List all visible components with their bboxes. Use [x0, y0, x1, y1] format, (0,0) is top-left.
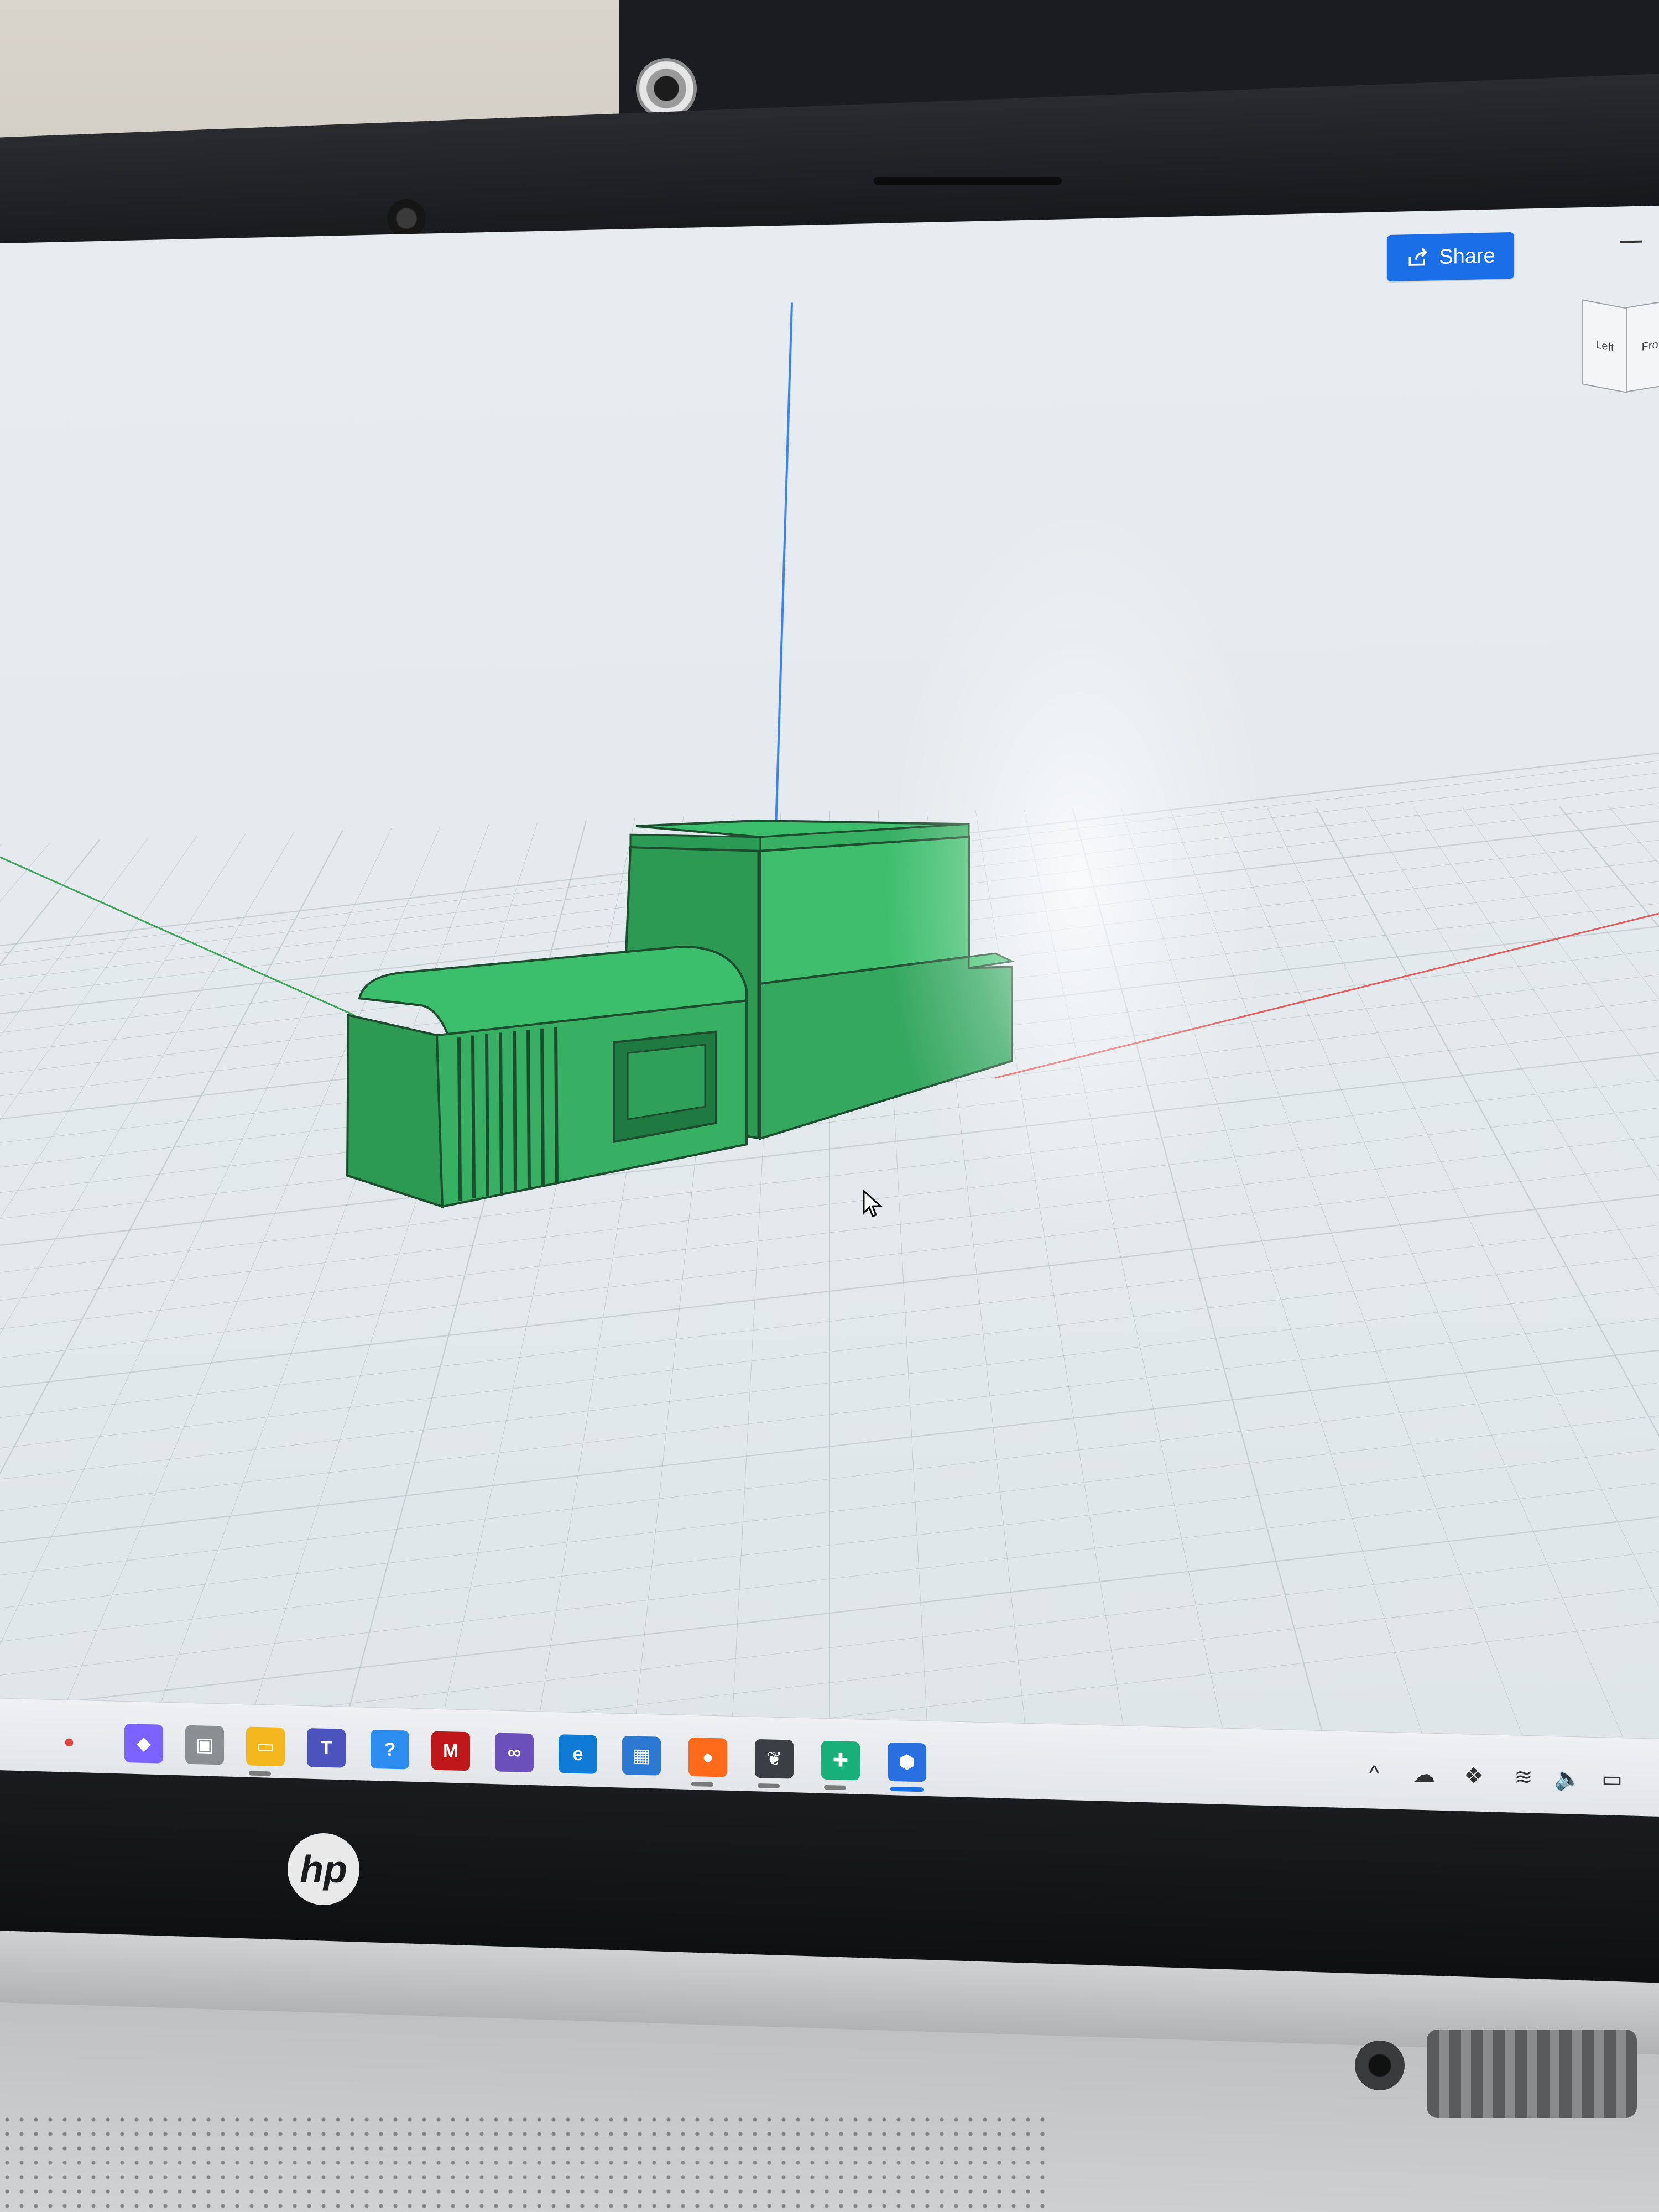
audio-port: [1355, 2041, 1405, 2090]
volume-icon[interactable]: 🔈: [1548, 1759, 1587, 1798]
copilot-icon[interactable]: ◆: [124, 1723, 163, 1764]
hinge-mechanism: [1427, 2030, 1637, 2118]
running-indicator: [249, 1771, 271, 1776]
app-icon-green[interactable]: ✚: [821, 1740, 860, 1781]
share-button-label: Share: [1439, 244, 1495, 269]
running-indicator: [691, 1782, 713, 1787]
model-window-inner: [627, 1044, 706, 1121]
share-icon: [1408, 247, 1428, 266]
chevron-up-icon[interactable]: ^: [1355, 1754, 1394, 1793]
laptop-camera-icon: [387, 199, 426, 238]
dropbox-icon[interactable]: ❖: [1454, 1756, 1493, 1796]
y-axis-line: [0, 856, 354, 1016]
running-indicator: [824, 1785, 846, 1790]
hp-logo: hp: [288, 1833, 359, 1905]
mouse-cursor-icon: [863, 1189, 883, 1218]
store-icon[interactable]: ▦: [622, 1735, 661, 1776]
bezel-slot: [874, 177, 1062, 185]
help-icon[interactable]: ?: [371, 1729, 409, 1770]
hp-logo-text: hp: [300, 1848, 347, 1891]
cad-app-icon[interactable]: ⬢: [888, 1742, 926, 1782]
firefox-icon[interactable]: ●: [688, 1737, 727, 1777]
app-icon-9[interactable]: ❦: [755, 1739, 794, 1779]
view-cube[interactable]: Left Front: [1582, 298, 1659, 394]
teams-icon[interactable]: T: [307, 1728, 346, 1768]
running-indicator: [758, 1783, 780, 1788]
screen-glare: [885, 491, 1272, 1274]
cad-viewport[interactable]: Share Left Front: [0, 205, 1659, 1781]
ground-grid: [0, 302, 1659, 1781]
mcafee-icon[interactable]: M: [431, 1731, 470, 1771]
battery-icon[interactable]: ▭: [1593, 1760, 1631, 1799]
widgets-icon[interactable]: ●: [50, 1722, 88, 1762]
active-app-indicator: [890, 1786, 924, 1792]
edge-icon[interactable]: e: [559, 1734, 597, 1774]
grid-lines: [0, 752, 1659, 1781]
share-button[interactable]: Share: [1387, 232, 1514, 282]
cloud-off-icon[interactable]: ☁: [1405, 1755, 1443, 1795]
file-explorer-icon[interactable]: ▭: [246, 1726, 285, 1767]
task-view-icon[interactable]: ▣: [185, 1725, 224, 1765]
photo-stage: Share Left Front ● ◆ ▣ ▭ T? M ∞ e ▦ ● ❦ ✚ ⬢ ^ ☁ ❖ ≋ 🔈 ▭ …: [0, 0, 1659, 2212]
view-cube-left-face[interactable]: Left: [1582, 299, 1628, 394]
wifi-icon[interactable]: ≋: [1504, 1757, 1543, 1797]
copilot-app-icon[interactable]: ∞: [495, 1733, 534, 1773]
speaker-grill: [0, 2112, 1051, 2212]
model-low-block-left: [346, 1014, 444, 1208]
view-cube-front-face[interactable]: Front: [1626, 298, 1659, 393]
external-webcam: [636, 58, 697, 119]
